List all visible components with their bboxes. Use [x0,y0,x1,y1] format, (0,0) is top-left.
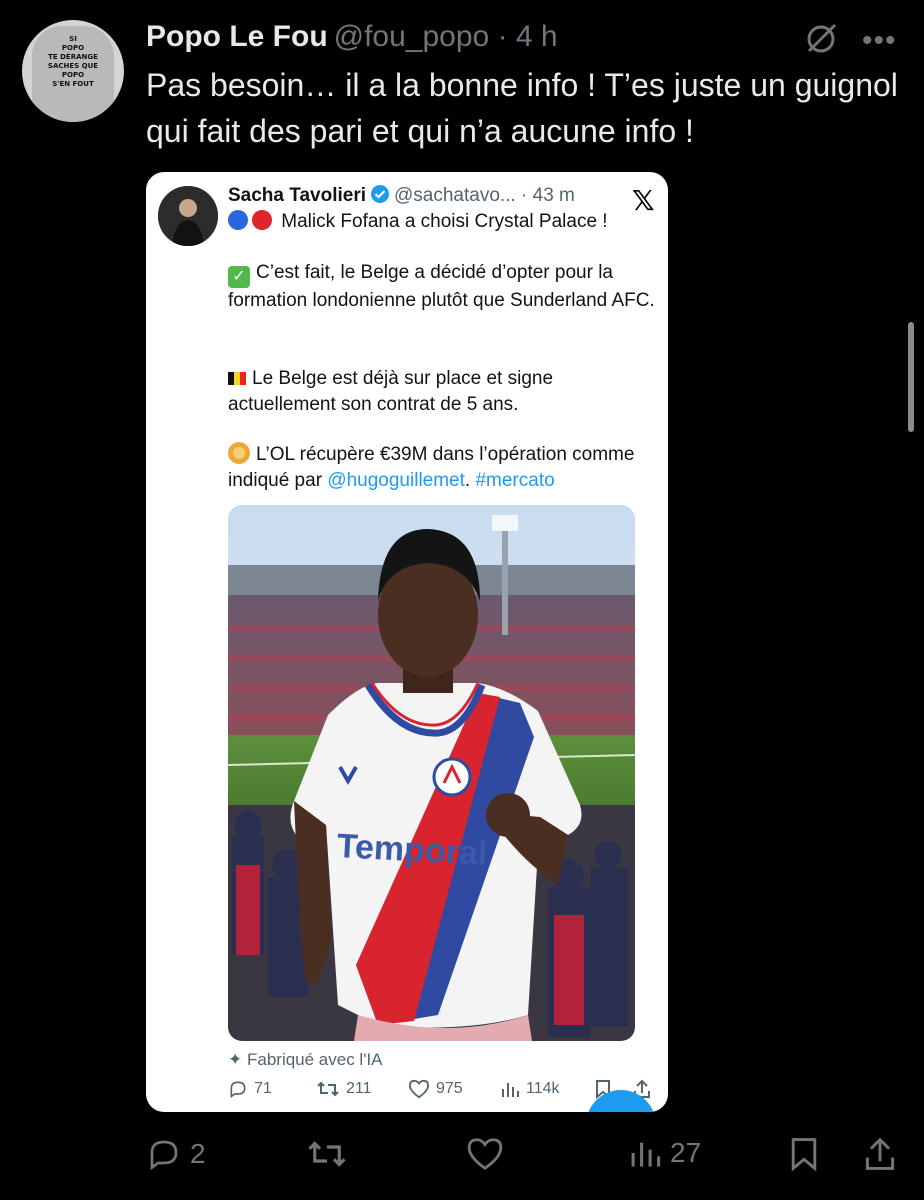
blue-circle-icon [228,210,248,230]
retweet-button[interactable] [306,1136,356,1172]
quoted-actions: 71 211 975 114k [228,1077,658,1103]
views-icon [502,1083,519,1097]
bookmark-button[interactable] [786,1136,822,1172]
ai-generated-label: ✦ Fabriqué avec l'IA [228,1050,383,1070]
lion-icon [228,442,250,464]
quoted-tweet-card[interactable]: Sacha Tavolieri @sachatavo... · 43 m 𝕏 Ma… [146,172,668,1112]
grok-icon[interactable] [804,22,838,56]
author-avatar[interactable]: SI POPO TE DÉRANGE SACHES QUE POPO S'EN … [22,20,124,122]
paragraph-1-text: C’est fait, le Belge a décidé d’opter po… [228,262,655,311]
quoted-reply-count: 71 [254,1080,272,1097]
author-handle[interactable]: @fou_popo [334,20,490,53]
paragraph-2-text: Le Belge est déjà sur place et signe act… [228,368,554,415]
quoted-paragraph-1: ✓ C’est fait, le Belge a décidé d’opter p… [228,260,658,314]
view-count: 27 [670,1137,702,1168]
quoted-header: Sacha Tavolieri @sachatavo... · 43 m [228,184,575,207]
belgium-flag-icon [228,372,246,385]
heart-icon [408,1079,430,1099]
reply-button[interactable]: 2 [146,1136,206,1172]
retweet-icon [308,1141,346,1167]
x-logo-icon: 𝕏 [632,185,655,216]
mention-link[interactable]: @hugoguillemet [327,470,465,491]
like-button[interactable] [466,1136,512,1172]
photo-sponsor-text: Temporal [336,827,488,873]
tweet-text: Pas besoin… il a la bonne info ! T’es ju… [146,67,898,149]
paragraph-3-sep: . [464,470,471,491]
quoted-author-handle[interactable]: @sachatavo... [394,185,516,206]
reply-count: 2 [190,1138,206,1169]
tweet-time[interactable]: · 4 h [498,20,558,53]
retweet-icon [317,1081,339,1097]
quoted-paragraph-3: L’OL récupère €39M dans l’opération comm… [228,442,658,494]
quoted-photo[interactable]: Temporal [228,505,635,1041]
quoted-view-count: 114k [526,1080,560,1097]
quoted-retweet-count: 211 [346,1080,372,1097]
ai-label-text: Fabriqué avec l'IA [246,1050,383,1069]
quoted-paragraph-2: Le Belge est déjà sur place et signe act… [228,366,658,418]
avatar-text: SI POPO TE DÉRANGE SACHES QUE POPO S'EN … [47,35,99,88]
author-name[interactable]: Popo Le Fou [146,20,328,53]
more-dots-icon[interactable]: ••• [862,24,897,58]
quoted-like-count: 975 [436,1080,463,1097]
quoted-views-button[interactable]: 114k [500,1079,560,1099]
reply-icon [150,1140,178,1171]
quoted-reply-button[interactable]: 71 [228,1079,272,1099]
tweet-actions: 2 27 [0,1128,924,1184]
avatar-sweatshirt: SI POPO TE DÉRANGE SACHES QUE POPO S'EN … [32,26,114,122]
scrollbar[interactable] [908,322,914,432]
share-button[interactable] [862,1136,898,1172]
views-icon [631,1142,661,1167]
headline-text: Malick Fofana a choisi Crystal Palace ! [281,211,608,232]
views-button[interactable]: 27 [628,1136,701,1170]
red-circle-icon [252,210,272,230]
reply-icon [230,1081,246,1099]
quoted-author-name[interactable]: Sacha Tavolieri [228,185,366,206]
verified-badge-icon [371,185,389,203]
hashtag-link[interactable]: #mercato [475,470,554,491]
quoted-headline: Malick Fofana a choisi Crystal Palace ! [228,210,608,233]
quoted-author-avatar[interactable] [158,186,218,246]
quoted-retweet-button[interactable]: 211 [316,1079,372,1099]
sparkle-icon: ✦ [228,1050,243,1069]
tweet-header: Popo Le Fou @fou_popo · 4 h [146,18,558,56]
heart-icon [467,1138,503,1170]
share-icon [865,1137,895,1170]
check-mark-icon: ✓ [228,266,250,288]
quoted-time: · 43 m [521,185,575,206]
quoted-like-button[interactable]: 975 [408,1079,463,1099]
bookmark-icon [791,1138,817,1172]
